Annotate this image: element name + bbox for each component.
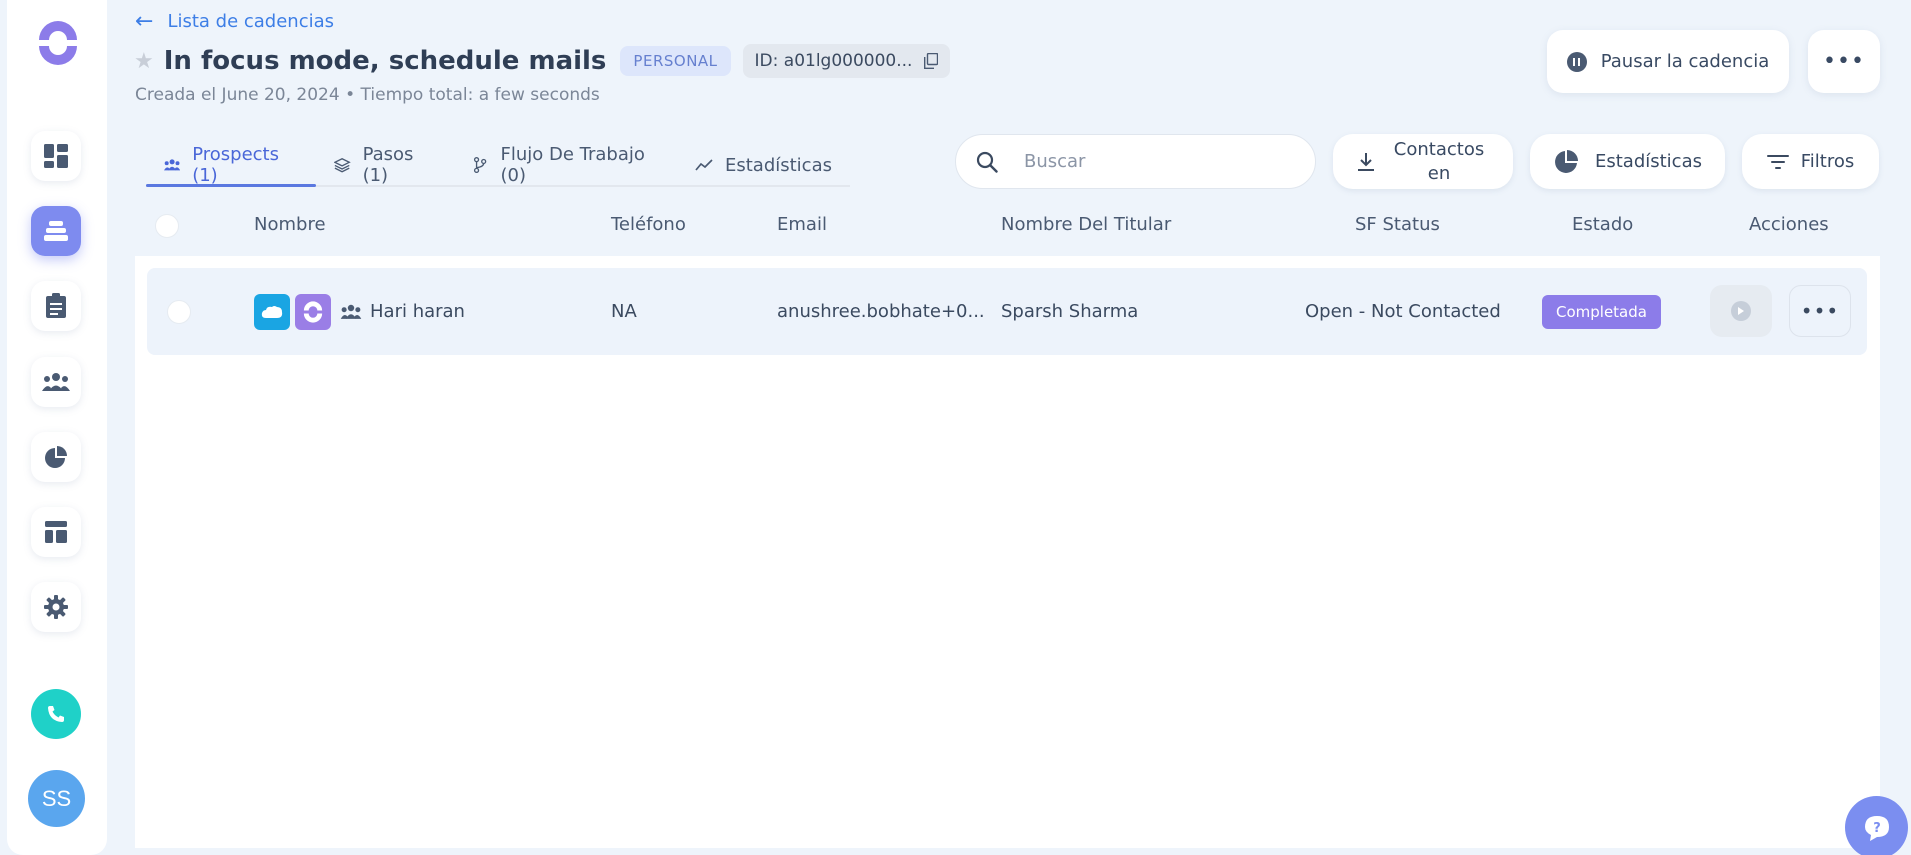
chat-help-icon: ? bbox=[1864, 815, 1889, 841]
import-contacts-button[interactable]: Contactos en bbox=[1333, 134, 1513, 189]
filters-button[interactable]: Filtros bbox=[1742, 134, 1879, 189]
workflow-icon bbox=[474, 157, 487, 173]
people-icon bbox=[340, 304, 362, 319]
column-header-status[interactable]: Estado bbox=[1572, 210, 1633, 256]
column-header-owner[interactable]: Nombre Del Titular bbox=[1001, 210, 1171, 256]
cadence-subtitle: Creada el June 20, 2024 • Tiempo total: … bbox=[135, 85, 600, 105]
pause-cadence-button[interactable]: Pausar la cadencia bbox=[1547, 30, 1789, 93]
avatar[interactable]: SS bbox=[28, 770, 85, 827]
page-title: In focus mode, schedule mails bbox=[163, 46, 607, 76]
tasks-icon[interactable] bbox=[31, 281, 81, 331]
title-row: ★ In focus mode, schedule mails PERSONAL… bbox=[134, 44, 951, 78]
pie-chart-icon bbox=[1555, 149, 1578, 173]
status-badge: Completada bbox=[1542, 294, 1661, 329]
pause-cadence-label: Pausar la cadencia bbox=[1600, 51, 1770, 72]
phone-cell: NA bbox=[611, 301, 637, 322]
back-link-label: Lista de cadencias bbox=[167, 11, 335, 32]
template-icon[interactable] bbox=[31, 507, 81, 557]
select-all-checkbox[interactable] bbox=[155, 214, 179, 238]
star-icon[interactable]: ★ bbox=[134, 49, 154, 74]
search-input[interactable] bbox=[1024, 151, 1274, 172]
tab-statistics-label: Estadísticas bbox=[724, 154, 832, 176]
people-icon bbox=[164, 159, 181, 171]
filter-icon bbox=[1766, 154, 1789, 169]
copy-icon[interactable] bbox=[924, 53, 939, 69]
name-cell[interactable]: Hari haran bbox=[254, 268, 465, 355]
dashboard-icon[interactable] bbox=[31, 131, 81, 181]
tab-steps[interactable]: Pasos (1) bbox=[316, 144, 454, 186]
id-label: ID: a01lg000000... bbox=[754, 51, 913, 71]
trend-icon bbox=[695, 159, 713, 171]
search-icon bbox=[976, 151, 998, 173]
column-header-email[interactable]: Email bbox=[777, 210, 827, 256]
id-badge[interactable]: ID: a01lg000000... bbox=[742, 44, 951, 78]
people-icon[interactable] bbox=[31, 357, 81, 407]
sf-status-cell: Open - Not Contacted bbox=[1305, 301, 1501, 322]
tab-steps-label: Pasos (1) bbox=[362, 144, 414, 186]
salesforce-icon bbox=[254, 293, 290, 330]
owner-cell: Sparsh Sharma bbox=[1001, 301, 1139, 322]
row-checkbox[interactable] bbox=[167, 300, 191, 324]
statistics-label: Estadísticas bbox=[1594, 151, 1702, 172]
app-logo[interactable] bbox=[33, 16, 83, 70]
tab-prospects[interactable]: Prospects (1) bbox=[146, 144, 317, 187]
phone-icon bbox=[48, 706, 64, 722]
more-options-button[interactable]: ••• bbox=[1808, 30, 1880, 93]
import-contacts-label: Contactos en bbox=[1393, 138, 1485, 184]
pause-icon bbox=[1566, 51, 1587, 72]
search-box bbox=[955, 134, 1316, 189]
pie-chart-icon[interactable] bbox=[31, 432, 81, 482]
settings-icon[interactable] bbox=[31, 582, 81, 632]
play-icon bbox=[1731, 301, 1751, 321]
arrow-left-icon: ← bbox=[135, 8, 154, 34]
column-header-sf-status[interactable]: SF Status bbox=[1355, 210, 1440, 256]
prospect-name: Hari haran bbox=[370, 301, 465, 322]
cadence-icon[interactable] bbox=[31, 206, 81, 256]
filters-label: Filtros bbox=[1800, 151, 1855, 172]
column-header-phone[interactable]: Teléfono bbox=[611, 210, 686, 256]
email-cell: anushree.bobhate+0... bbox=[777, 301, 985, 322]
cadence-logo-icon bbox=[295, 293, 331, 330]
svg-text:?: ? bbox=[1873, 821, 1881, 836]
table-row[interactable]: Hari haran NA anushree.bobhate+0... Spar… bbox=[147, 268, 1867, 355]
back-link[interactable]: ← Lista de cadencias bbox=[135, 8, 335, 34]
row-more-button[interactable]: ••• bbox=[1789, 285, 1851, 337]
sidebar: SS bbox=[7, 0, 107, 855]
tab-workflow-label: Flujo De Trabajo (0) bbox=[500, 144, 645, 186]
tab-bar: Prospects (1) Pasos (1) Flujo De Trabajo… bbox=[146, 144, 850, 187]
tab-prospects-label: Prospects (1) bbox=[192, 144, 279, 186]
status-cell: Completada bbox=[1542, 268, 1661, 355]
tab-statistics[interactable]: Estadísticas bbox=[677, 145, 850, 185]
play-button[interactable] bbox=[1710, 285, 1772, 337]
help-chat-button[interactable]: ? bbox=[1845, 796, 1908, 855]
column-header-name[interactable]: Nombre bbox=[254, 210, 326, 256]
statistics-button[interactable]: Estadísticas bbox=[1530, 134, 1725, 189]
tab-workflow[interactable]: Flujo De Trabajo (0) bbox=[454, 144, 677, 186]
table-body: Hari haran NA anushree.bobhate+0... Spar… bbox=[135, 256, 1880, 848]
table-header: Nombre Teléfono Email Nombre Del Titular… bbox=[135, 210, 1880, 256]
layers-icon bbox=[334, 157, 351, 173]
type-badge: PERSONAL bbox=[620, 46, 731, 76]
phone-button[interactable] bbox=[31, 689, 81, 739]
column-header-actions: Acciones bbox=[1749, 214, 1829, 235]
download-icon bbox=[1358, 152, 1374, 171]
